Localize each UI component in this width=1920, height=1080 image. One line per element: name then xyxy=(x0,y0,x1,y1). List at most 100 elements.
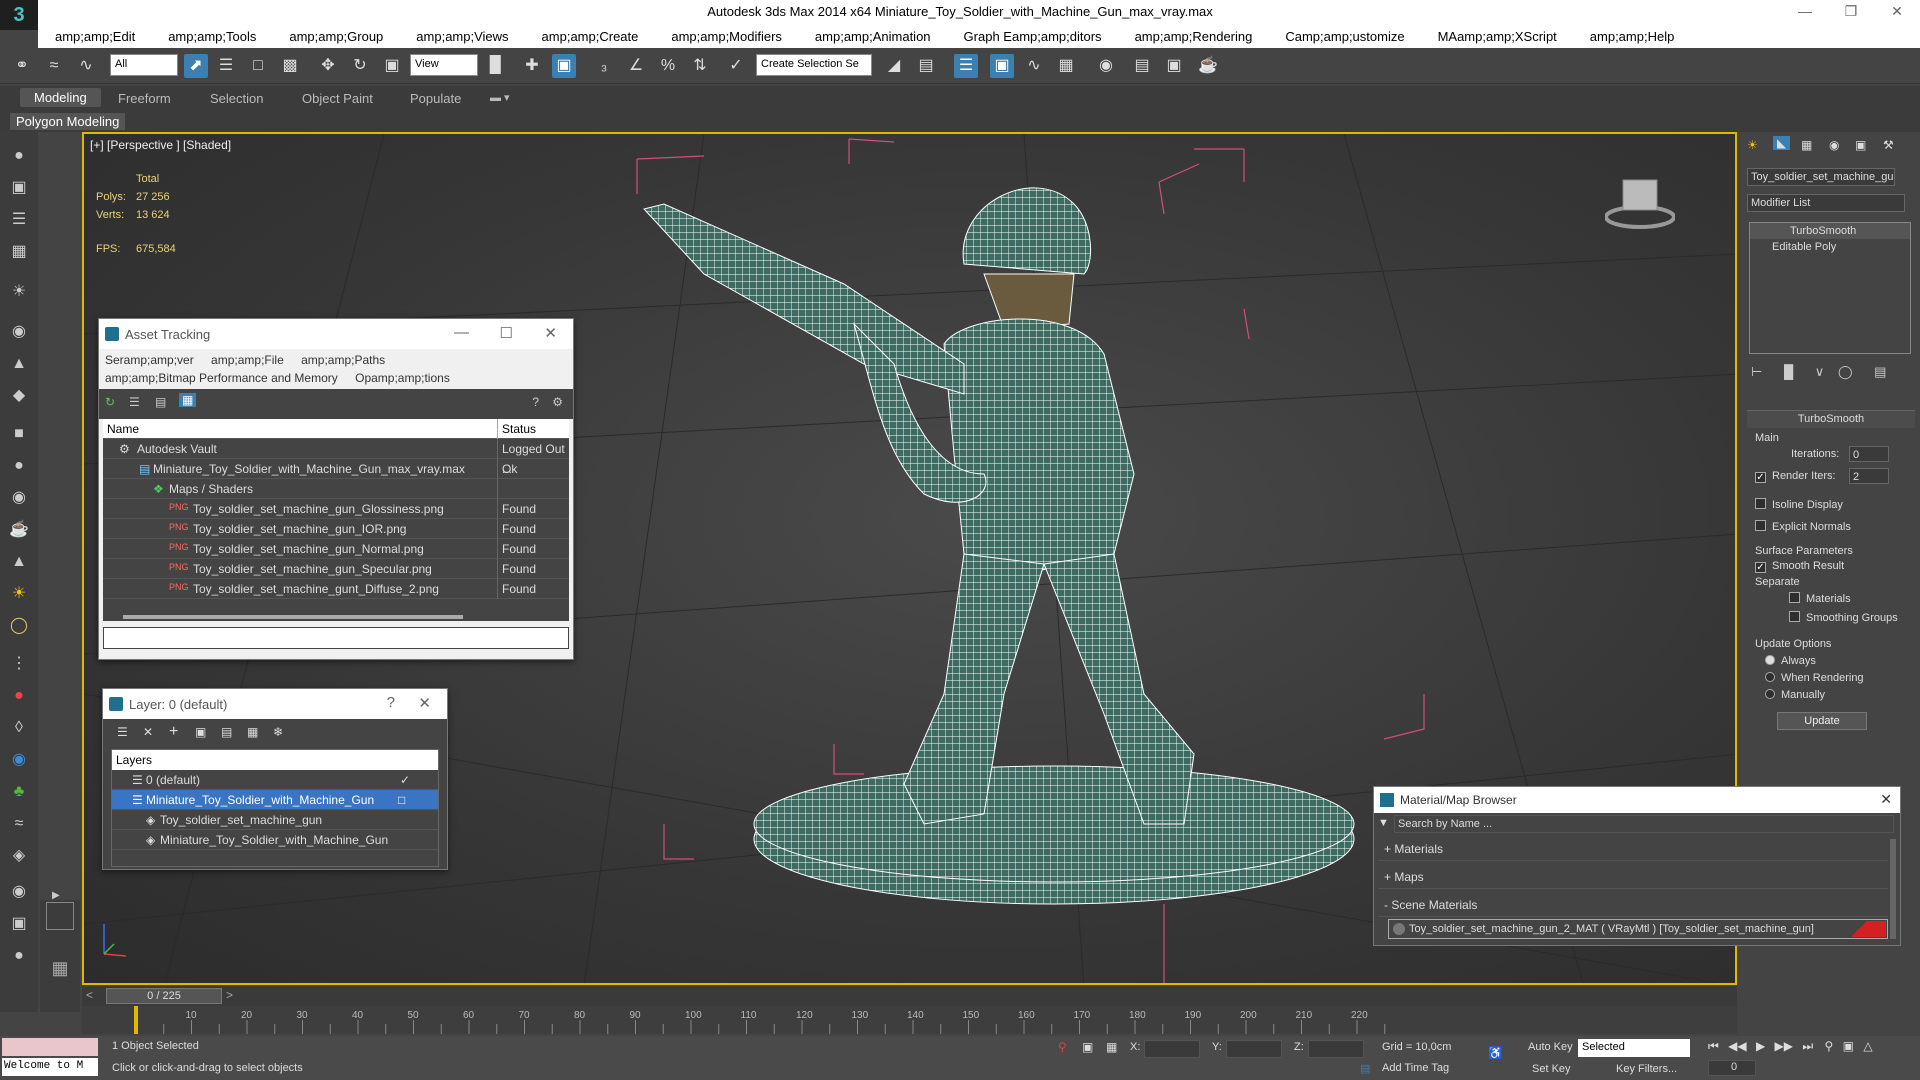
restore-button[interactable]: ❐ xyxy=(1828,0,1874,24)
render-region-icon[interactable]: ▣ xyxy=(7,912,31,936)
pin-stack-icon[interactable]: ⊢ xyxy=(1751,364,1762,379)
hair-icon[interactable]: ≈ xyxy=(7,812,31,836)
key-filters-button[interactable]: Key Filters... xyxy=(1616,1063,1677,1075)
unlink-icon[interactable]: ≈ xyxy=(42,54,66,78)
when-rendering-radio[interactable] xyxy=(1765,672,1775,682)
horizontal-scrollbar[interactable] xyxy=(123,615,463,619)
help-icon[interactable]: ? xyxy=(532,395,539,409)
isolate-icon[interactable]: ⚲ xyxy=(1058,1040,1067,1054)
spinner-snap-icon[interactable]: ⇅ xyxy=(688,54,712,78)
table-row[interactable]: ▤ Miniature_Toy_Soldier_with_Machine_Gun_… xyxy=(103,459,569,479)
modifier-list-dropdown[interactable]: Modifier List xyxy=(1747,194,1905,212)
mirror-icon[interactable]: ◢ xyxy=(882,54,906,78)
menu-group[interactable]: amp;amp;Group xyxy=(289,29,383,44)
smooth-result-checkbox[interactable]: ✓ xyxy=(1755,562,1766,573)
active-check-icon[interactable]: ✓ xyxy=(400,773,410,787)
menu-modifiers[interactable]: amp;amp;Modifiers xyxy=(671,29,782,44)
add-time-tag[interactable]: Add Time Tag xyxy=(1382,1062,1449,1074)
col-name-header[interactable]: Name xyxy=(107,422,139,436)
menu-bitmap-performance[interactable]: amp;amp;Bitmap Performance and Memory xyxy=(105,371,338,385)
viewport-icon[interactable]: ● xyxy=(7,144,31,168)
menu-edit[interactable]: amp;amp;Edit xyxy=(55,29,135,44)
angle-snap-icon[interactable]: ∠ xyxy=(624,54,648,78)
mmb-titlebar[interactable]: Material/Map Browser ✕ xyxy=(1374,787,1900,813)
time-tag-icon[interactable]: ▤ xyxy=(1360,1062,1370,1075)
cloth-icon[interactable]: ◈ xyxy=(7,844,31,868)
go-to-end-icon[interactable]: ⏭ xyxy=(1802,1039,1813,1053)
table-row[interactable]: PNG Toy_soldier_set_machine_gunt_Diffuse_… xyxy=(103,579,569,599)
delete-layer-icon[interactable]: ✕ xyxy=(143,725,153,739)
tab-object-paint[interactable]: Object Paint xyxy=(302,91,373,106)
menu-animation[interactable]: amp;amp;Animation xyxy=(815,29,931,44)
rect-selection-icon[interactable]: □ xyxy=(246,54,270,78)
absolute-mode-icon[interactable]: ▦ xyxy=(1106,1040,1117,1054)
x-coordinate-field[interactable] xyxy=(1144,1040,1200,1058)
close-icon[interactable]: ✕ xyxy=(544,324,557,342)
mmb-section-scene-materials[interactable]: - Scene Materials xyxy=(1378,895,1888,917)
smoothing-groups-checkbox[interactable] xyxy=(1789,611,1800,622)
menu-views[interactable]: amp;amp;Views xyxy=(416,29,508,44)
iterations-spinner[interactable]: 0 xyxy=(1849,446,1889,462)
explicit-normals-checkbox[interactable] xyxy=(1755,520,1766,531)
menu-tools[interactable]: amp;amp;Tools xyxy=(168,29,256,44)
light-icon[interactable]: ☀ xyxy=(7,280,31,304)
menu-paths[interactable]: amp;amp;Paths xyxy=(301,353,385,367)
list-icon[interactable]: ☰ xyxy=(7,208,31,232)
menu-customize[interactable]: Camp;amp;ustomize xyxy=(1285,29,1404,44)
track-bar[interactable]: 10 20 30 40 50 60 70 80 90 100 110 120 130 140 150 160 1… xyxy=(82,1006,1737,1034)
sun-icon[interactable]: ☀ xyxy=(7,582,31,606)
grid-icon[interactable]: ▦ xyxy=(7,240,31,264)
reference-coord-dropdown[interactable]: View xyxy=(410,54,478,76)
schematic-view-icon[interactable]: ▦ xyxy=(1054,54,1078,78)
manually-radio[interactable] xyxy=(1765,689,1775,699)
mmb-search-field[interactable]: Search by Name ... xyxy=(1394,815,1894,833)
select-by-name-icon[interactable]: ☰ xyxy=(214,54,238,78)
snaps-toggle-icon[interactable]: ₃ xyxy=(592,54,616,78)
select-object-icon[interactable]: ⬈ xyxy=(184,54,208,78)
menu-rendering[interactable]: amp;amp;Rendering xyxy=(1135,29,1253,44)
field-of-view-icon[interactable]: △ xyxy=(1863,1039,1872,1053)
layer-checkbox[interactable]: □ xyxy=(398,793,405,807)
pivot-door-icon[interactable]: ◉ xyxy=(7,880,31,904)
mmb-section-materials[interactable]: + Materials xyxy=(1378,839,1888,861)
table-view-icon[interactable]: ▦ xyxy=(179,393,197,407)
viewport-label[interactable]: [+] [Perspective ] [Shaded] xyxy=(90,138,231,152)
viewport-layout-icon[interactable]: ▦ xyxy=(46,958,74,986)
tab-selection[interactable]: Selection xyxy=(210,91,263,106)
turbosmooth-rollout-header[interactable]: TurboSmooth xyxy=(1747,410,1915,428)
render-iters-spinner[interactable]: 2 xyxy=(1849,468,1889,484)
cone-icon[interactable]: ▲ xyxy=(7,550,31,574)
rotate-icon[interactable]: ↻ xyxy=(348,54,372,78)
keyboard-shortcut-override-icon[interactable]: ▣ xyxy=(552,54,576,78)
percent-snap-icon[interactable]: % xyxy=(656,54,680,78)
list-view-icon[interactable]: ☰ xyxy=(129,395,140,409)
table-row[interactable]: PNG Toy_soldier_set_machine_gun_Normal.pn… xyxy=(103,539,569,559)
motion-tab-icon[interactable]: ◉ xyxy=(1829,138,1839,152)
zoom-extents-icon[interactable]: ▣ xyxy=(1843,1039,1854,1053)
vray-icon[interactable]: ● xyxy=(7,944,31,968)
remove-modifier-icon[interactable]: ◯ xyxy=(1838,364,1853,379)
welcome-field[interactable]: Welcome to M xyxy=(2,1058,98,1076)
table-row[interactable]: PNG Toy_soldier_set_machine_gun_Glossines… xyxy=(103,499,569,519)
stack-item-editable-poly[interactable]: Editable Poly xyxy=(1750,239,1910,255)
manipulate-icon[interactable]: ✚ xyxy=(520,54,544,78)
maximize-icon[interactable]: ☐ xyxy=(500,324,513,342)
bind-space-warp-icon[interactable]: ∿ xyxy=(74,54,98,78)
ribbon-options-icon[interactable]: ▬ ▾ xyxy=(490,91,510,104)
layer-row[interactable]: ◈ Toy_soldier_set_machine_gun xyxy=(112,810,438,830)
named-selection-dropdown[interactable]: Create Selection Se xyxy=(756,54,872,76)
table-row[interactable]: PNG Toy_soldier_set_machine_gun_Specular.… xyxy=(103,559,569,579)
tree-view-icon[interactable]: ▤ xyxy=(155,395,166,409)
particle-icon[interactable]: ⋮ xyxy=(7,652,31,676)
menu-maxscript[interactable]: MAamp;amp;XScript xyxy=(1438,29,1557,44)
menu-options[interactable]: Opamp;amp;tions xyxy=(355,371,450,385)
show-end-result-icon[interactable]: █ xyxy=(1784,364,1793,379)
rendered-frame-icon[interactable]: ▣ xyxy=(1162,54,1186,78)
polygon-modeling-panel[interactable]: Polygon Modeling xyxy=(10,113,126,130)
materials-checkbox[interactable] xyxy=(1789,592,1800,603)
play-icon[interactable]: ▶ xyxy=(1756,1039,1765,1053)
cylinder-icon[interactable]: ◉ xyxy=(7,486,31,510)
refresh-icon[interactable]: ↻ xyxy=(105,395,115,409)
utilities-tab-icon[interactable]: ⚒ xyxy=(1883,138,1894,152)
maxscript-mini-listener[interactable] xyxy=(2,1038,98,1056)
